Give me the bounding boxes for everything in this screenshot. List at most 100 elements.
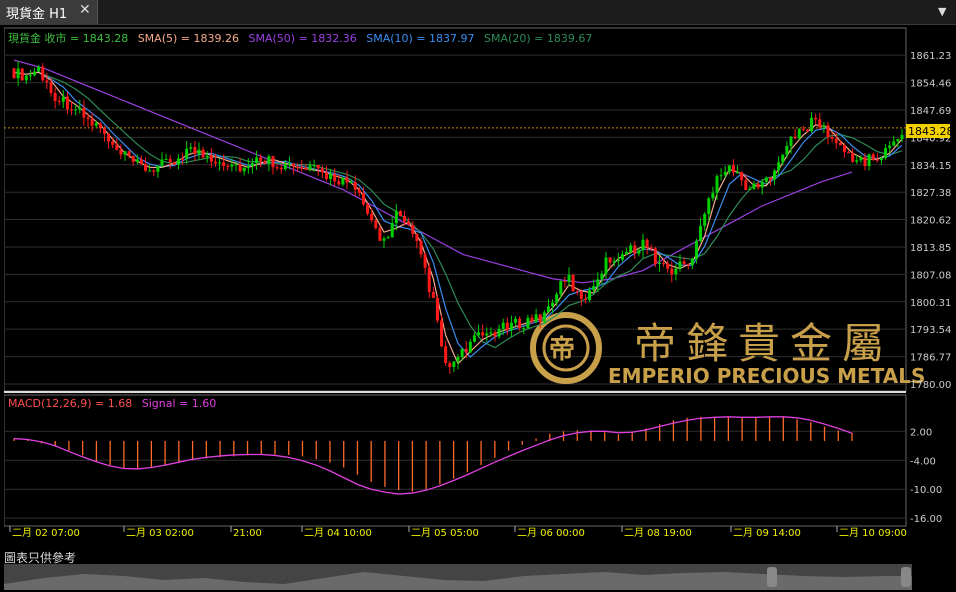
candle-body — [337, 181, 341, 185]
scroll-handle-left[interactable] — [767, 567, 777, 587]
candle-body — [324, 172, 328, 180]
candle-body — [505, 322, 509, 331]
candle-body — [481, 332, 485, 336]
candle-body — [246, 166, 250, 168]
candle-body — [538, 314, 542, 322]
candle-body — [205, 155, 209, 158]
candle-body — [139, 159, 143, 165]
chart-tab[interactable]: 現貨金 H1 ✕ — [0, 0, 98, 24]
candle-body — [645, 239, 649, 248]
candle-body — [287, 163, 291, 165]
candle-body — [703, 213, 707, 226]
candle-body — [736, 172, 740, 174]
candle-body — [33, 71, 37, 76]
candle-body — [822, 125, 826, 128]
candle-body — [682, 261, 686, 265]
candle-body — [238, 164, 242, 172]
candle-body — [127, 151, 131, 156]
price-tick-label: 1786.77 — [910, 353, 951, 364]
candle-body — [612, 261, 616, 263]
candle-body — [78, 107, 82, 110]
candle-body — [333, 173, 337, 182]
candle-body — [160, 159, 164, 166]
candle-body — [349, 182, 353, 184]
candle-body — [818, 119, 822, 128]
legend-symbol: 現貨金 收市 = 1843.28 — [8, 31, 128, 45]
candle-body — [357, 189, 361, 193]
candle-body — [674, 268, 678, 275]
candle-body — [629, 245, 633, 252]
candle-body — [197, 149, 201, 155]
chevron-down-icon[interactable]: ▼ — [938, 5, 946, 18]
candle-body — [834, 138, 838, 143]
candle-body — [382, 238, 386, 241]
candle-body — [419, 240, 423, 255]
candle-body — [361, 192, 365, 205]
candle-body — [271, 156, 275, 168]
candle-body — [847, 152, 851, 154]
candle-body — [119, 149, 123, 155]
candle-body — [789, 136, 793, 146]
candle-body — [61, 96, 65, 102]
time-tick-label: 二月 10 09:00 — [839, 527, 907, 539]
candle-body — [144, 164, 148, 171]
candle-body — [94, 123, 98, 126]
signal-legend-value: Signal = 1.60 — [142, 397, 217, 410]
scroll-handle-right[interactable] — [901, 567, 911, 587]
candle-body — [472, 335, 476, 342]
candle-body — [201, 149, 205, 158]
candle-body — [111, 141, 115, 145]
price-tick-label: 1813.85 — [910, 243, 951, 254]
candle-body — [366, 204, 370, 214]
close-icon[interactable]: ✕ — [79, 2, 91, 18]
candle-body — [768, 177, 772, 180]
price-axis: 1861.231854.461847.691840.921834.151827.… — [910, 51, 951, 391]
candle-body — [514, 318, 518, 323]
candle-body — [98, 123, 102, 129]
candle-body — [781, 154, 785, 163]
candle-body — [641, 239, 645, 251]
price-tick-label: 1793.54 — [910, 325, 951, 336]
candle-body — [518, 318, 522, 329]
candle-body — [65, 96, 69, 110]
legend-sma5: SMA(5) = 1839.26 — [138, 32, 239, 45]
candle-body — [571, 274, 575, 292]
tab-bar: 現貨金 H1 ✕ ▼ — [0, 0, 956, 25]
candle-body — [176, 158, 180, 165]
candle-body — [542, 312, 546, 322]
candle-body — [398, 211, 402, 216]
candle-body — [82, 107, 86, 118]
candle-body — [620, 254, 624, 260]
candle-body — [555, 294, 559, 303]
price-tick-label: 1854.46 — [910, 79, 951, 90]
chart-area[interactable]: 帝 帝鋒貴金屬 EMPERIO PRECIOUS METALS 1861.23 1… — [4, 26, 953, 548]
candle-body — [423, 254, 427, 268]
current-price-label: 1843.28 — [908, 125, 953, 138]
candle-body — [156, 165, 160, 172]
candle-body — [12, 68, 16, 79]
candle-body — [374, 220, 378, 229]
candle-body — [657, 262, 661, 264]
candle-body — [575, 291, 579, 293]
legend-sma20: SMA(20) = 1839.67 — [484, 32, 592, 45]
candle-body — [329, 173, 333, 180]
candle-body — [801, 129, 805, 131]
candle-body — [596, 279, 600, 287]
candle-body — [218, 162, 222, 164]
candle-body — [666, 263, 670, 269]
candle-body — [320, 168, 324, 173]
candle-body — [711, 192, 715, 199]
price-tick-label: 1834.15 — [910, 161, 951, 172]
candle-body — [662, 262, 666, 264]
macd-tick-label: -4.00 — [910, 456, 936, 467]
price-chart[interactable]: 帝 帝鋒貴金屬 EMPERIO PRECIOUS METALS 1861.23 1… — [4, 26, 953, 548]
candle-body — [440, 320, 444, 347]
watermark-english: EMPERIO PRECIOUS METALS — [608, 364, 925, 388]
chart-scrollbar[interactable] — [4, 564, 912, 590]
candle-body — [888, 145, 892, 149]
price-legend: 現貨金 收市 = 1843.28 SMA(5) = 1839.26 SMA(50… — [8, 31, 592, 45]
candle-body — [41, 66, 45, 81]
candle-body — [460, 348, 464, 358]
candle-body — [855, 160, 859, 162]
legend-sma50: SMA(50) = 1832.36 — [248, 32, 356, 45]
